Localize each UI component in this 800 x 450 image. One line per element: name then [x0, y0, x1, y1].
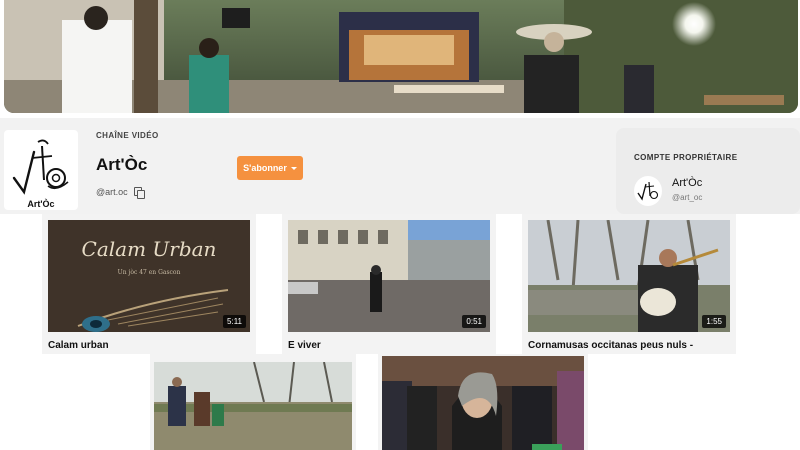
video-thumbnail[interactable] — [382, 356, 584, 450]
logo-text: Art'Òc — [27, 198, 54, 209]
video-duration: 5:11 — [223, 315, 246, 328]
owner-handle: @art_oc — [672, 193, 703, 202]
video-card[interactable] — [150, 354, 356, 450]
video-card[interactable]: 1:55 Cornamusas occitanas peus nuls - — [522, 214, 736, 354]
video-card[interactable]: Calam Urban Un jòc 47 en Gascon 5:11 Cal… — [42, 214, 256, 354]
channel-handle: @art.oc — [96, 187, 128, 197]
owner-label: COMPTE PROPRIÉTAIRE — [634, 153, 738, 162]
thumb-subtitle: Un jòc 47 en Gascon — [118, 269, 181, 276]
subscribe-button[interactable]: S'abonner — [237, 156, 303, 180]
chevron-down-icon — [290, 166, 297, 170]
video-duration: 1:55 — [702, 315, 726, 328]
video-title[interactable]: Calam urban — [48, 340, 109, 351]
video-title[interactable]: Cornamusas occitanas peus nuls - — [528, 340, 693, 351]
channel-banner — [4, 0, 798, 113]
owner-name[interactable]: Art'Òc — [672, 177, 702, 189]
channel-kicker: CHAÎNE VIDÉO — [96, 131, 159, 140]
banner-image — [4, 0, 798, 113]
video-thumbnail[interactable]: 0:51 — [288, 220, 490, 332]
channel-name: Art'Òc — [96, 155, 148, 174]
video-thumbnail[interactable]: Calam Urban Un jòc 47 en Gascon 5:11 — [48, 220, 250, 332]
video-thumbnail[interactable]: 1:55 — [528, 220, 730, 332]
subscribe-label: S'abonner — [243, 163, 287, 173]
owner-logo — [637, 181, 659, 201]
video-duration: 0:51 — [462, 315, 486, 328]
channel-handle-row: @art.oc — [96, 187, 145, 199]
video-thumbnail[interactable] — [154, 362, 352, 450]
copy-icon[interactable] — [133, 187, 145, 199]
owner-avatar[interactable] — [634, 176, 662, 206]
video-card[interactable] — [378, 354, 588, 450]
owner-card: COMPTE PROPRIÉTAIRE Art'Òc @art_oc — [616, 128, 800, 214]
video-card[interactable]: 0:51 E viver — [282, 214, 496, 354]
thumb-title: Calam Urban — [82, 237, 217, 261]
artoc-logo: Art'Òc — [12, 139, 69, 209]
video-title[interactable]: E viver — [288, 340, 321, 351]
channel-avatar[interactable]: Art'Òc — [4, 130, 78, 210]
